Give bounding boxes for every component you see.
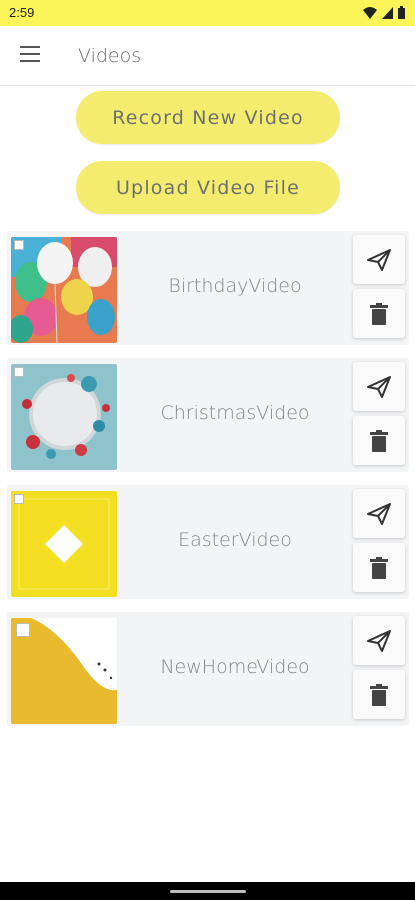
christmas-wreath-image [11,364,117,470]
send-icon [367,629,391,652]
upload-video-file-button[interactable]: Upload Video File [76,161,340,214]
trash-icon [370,429,388,452]
video-name: ChristmasVideo [160,402,310,424]
trash-icon [370,556,388,579]
menu-icon[interactable] [20,46,40,62]
delete-button[interactable] [353,289,405,338]
delete-button[interactable] [353,670,405,719]
delete-button[interactable] [353,416,405,465]
video-card: EasterVideo [7,485,409,599]
send-icon [367,248,391,271]
system-nav-bar [0,882,415,900]
signal-icon [382,6,393,19]
status-icons [363,6,405,19]
thumbnail-badge [14,240,24,250]
trash-icon [370,302,388,325]
send-icon [367,502,391,525]
status-time: 2:59 [9,5,35,20]
page-title: Videos [78,45,142,67]
app-bar: Videos [0,26,415,86]
video-name: BirthdayVideo [168,275,302,297]
video-thumbnail[interactable] [11,237,117,343]
send-button[interactable] [353,489,405,538]
home-handle[interactable] [170,890,246,893]
status-bar: 2:59 [0,0,415,26]
thumbnail-badge [16,623,30,637]
send-button[interactable] [353,235,405,284]
video-thumbnail[interactable] [11,364,117,470]
wifi-icon [363,6,377,19]
video-card: NewHomeVideo [7,612,409,726]
send-icon [367,375,391,398]
video-name: EasterVideo [178,529,292,551]
send-button[interactable] [353,362,405,411]
yellow-diamond-image [11,491,117,597]
video-name: NewHomeVideo [160,656,310,678]
video-card: BirthdayVideo [7,231,409,345]
video-card: ChristmasVideo [7,358,409,472]
video-thumbnail[interactable] [11,491,117,597]
delete-button[interactable] [353,543,405,592]
battery-icon [398,6,405,19]
thumbnail-badge [14,494,24,504]
video-thumbnail[interactable] [11,618,117,724]
thumbnail-badge [14,367,24,377]
balloons-image [11,237,117,343]
send-button[interactable] [353,616,405,665]
trash-icon [370,683,388,706]
record-new-video-button[interactable]: Record New Video [76,91,340,144]
